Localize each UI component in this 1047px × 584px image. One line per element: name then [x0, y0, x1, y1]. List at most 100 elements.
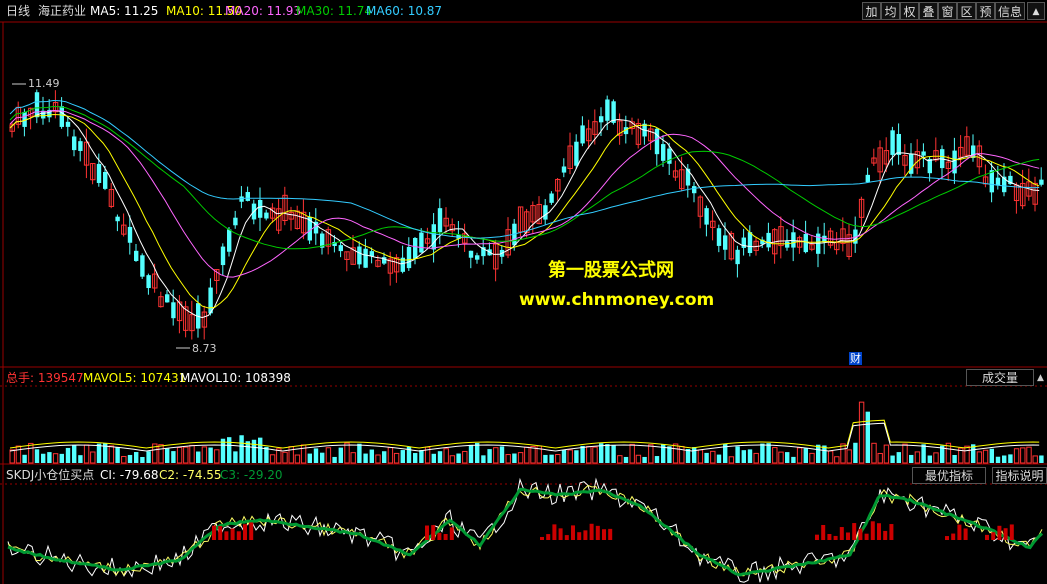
signal-bar — [951, 533, 956, 540]
signal-bar — [957, 524, 962, 540]
signal-bar — [546, 534, 551, 540]
volume-bar — [332, 456, 337, 463]
volume-bar — [487, 449, 492, 463]
volume-bar — [976, 451, 983, 464]
volume-bar — [369, 449, 374, 463]
volume-bar — [382, 451, 387, 463]
signal-bar — [1003, 528, 1008, 540]
volume-bar — [282, 451, 288, 464]
candle-down — [437, 208, 443, 233]
signal-bar — [846, 532, 850, 540]
volume-bar — [512, 453, 517, 463]
candle-down — [692, 186, 697, 194]
candle-down — [65, 121, 71, 127]
signal-bar — [564, 535, 569, 540]
signal-bar — [815, 534, 819, 540]
candle-down — [716, 228, 722, 246]
volume-bar — [741, 450, 746, 463]
volume-bar — [902, 443, 908, 464]
signal-bar — [852, 523, 857, 540]
volume-indicator-button[interactable]: 成交量 — [966, 369, 1034, 386]
volume-bar — [431, 453, 436, 463]
volume-bar — [325, 447, 332, 464]
volume-bar — [909, 454, 914, 463]
volume-bar — [530, 445, 536, 464]
candle-down — [989, 170, 994, 193]
volume-bar — [809, 452, 815, 464]
signal-bar — [230, 528, 235, 540]
signal-bar — [577, 532, 582, 540]
volume-bar — [28, 442, 34, 464]
volume-bar — [853, 442, 858, 463]
indicator-help-button[interactable]: 指标说明 — [992, 467, 1047, 484]
volume-bar — [561, 449, 567, 463]
total-volume-label: 总手: 139547 — [6, 371, 84, 385]
volume-bar — [350, 452, 356, 464]
volume-bar — [692, 447, 697, 463]
volume-bar — [654, 456, 660, 463]
volume-bar — [865, 411, 870, 463]
candle-down — [140, 255, 145, 277]
candle-down — [561, 166, 567, 173]
volume-bar — [400, 450, 405, 463]
candle-down — [103, 172, 108, 189]
signal-bar — [431, 525, 436, 540]
volume-bar — [375, 454, 381, 464]
candle-down — [227, 229, 232, 252]
candle-down — [723, 235, 728, 250]
signal-bar — [963, 528, 968, 540]
volume-bar — [22, 454, 27, 463]
volume-bar — [623, 456, 629, 463]
volume-bar — [313, 448, 319, 463]
volume-bar — [877, 452, 883, 464]
volume-bar — [158, 444, 164, 464]
signal-bar — [608, 528, 613, 540]
signal-bar — [583, 530, 588, 540]
indicator-c1-label: CI: -79.68 — [100, 468, 159, 482]
signal-bar — [552, 524, 557, 540]
volume-bar — [419, 450, 424, 463]
candle-down — [72, 136, 77, 151]
best-indicator-button[interactable]: 最优指标 — [912, 467, 986, 484]
candle-down — [363, 248, 368, 268]
volume-bar — [883, 444, 890, 464]
signal-bar — [425, 525, 429, 540]
candle-down — [741, 237, 746, 248]
volume-bar — [245, 441, 250, 463]
volume-bar — [735, 446, 740, 463]
signal-bar — [864, 533, 869, 540]
volume-bar — [59, 453, 64, 463]
volume-bar — [667, 446, 672, 463]
volume-bar — [549, 454, 554, 463]
volume-up-arrow-icon[interactable]: ▲ — [1037, 370, 1044, 386]
candle-down — [357, 246, 362, 265]
volume-bar — [747, 449, 753, 463]
volume-bar — [648, 444, 654, 464]
candle-down — [654, 128, 660, 155]
volume-bar — [517, 452, 524, 464]
volume-bar — [47, 452, 52, 463]
mavol10-label: MAVOL10: 108398 — [180, 371, 291, 385]
signal-bar — [991, 532, 996, 540]
signal-bar — [858, 528, 863, 540]
volume-bar — [1039, 455, 1044, 463]
volume-bar — [227, 437, 232, 463]
volume-bar — [617, 455, 623, 464]
candle-down — [431, 224, 436, 250]
volume-bar — [989, 448, 994, 463]
low-price-label: 8.73 — [192, 342, 217, 355]
volume-bar — [592, 446, 598, 464]
volume-bar — [629, 443, 635, 464]
volume-bar — [437, 451, 443, 463]
volume-bar — [605, 444, 610, 463]
volume-bar — [387, 447, 394, 464]
volume-bar — [803, 448, 808, 463]
signal-bar — [602, 529, 606, 540]
volume-bar — [982, 449, 989, 464]
candle-down — [134, 250, 139, 261]
signal-bar — [571, 525, 575, 540]
finance-marker[interactable]: 财 — [849, 352, 862, 365]
ma20-line — [9, 109, 1040, 278]
volume-bar — [586, 445, 592, 464]
volume-bar — [555, 454, 561, 464]
